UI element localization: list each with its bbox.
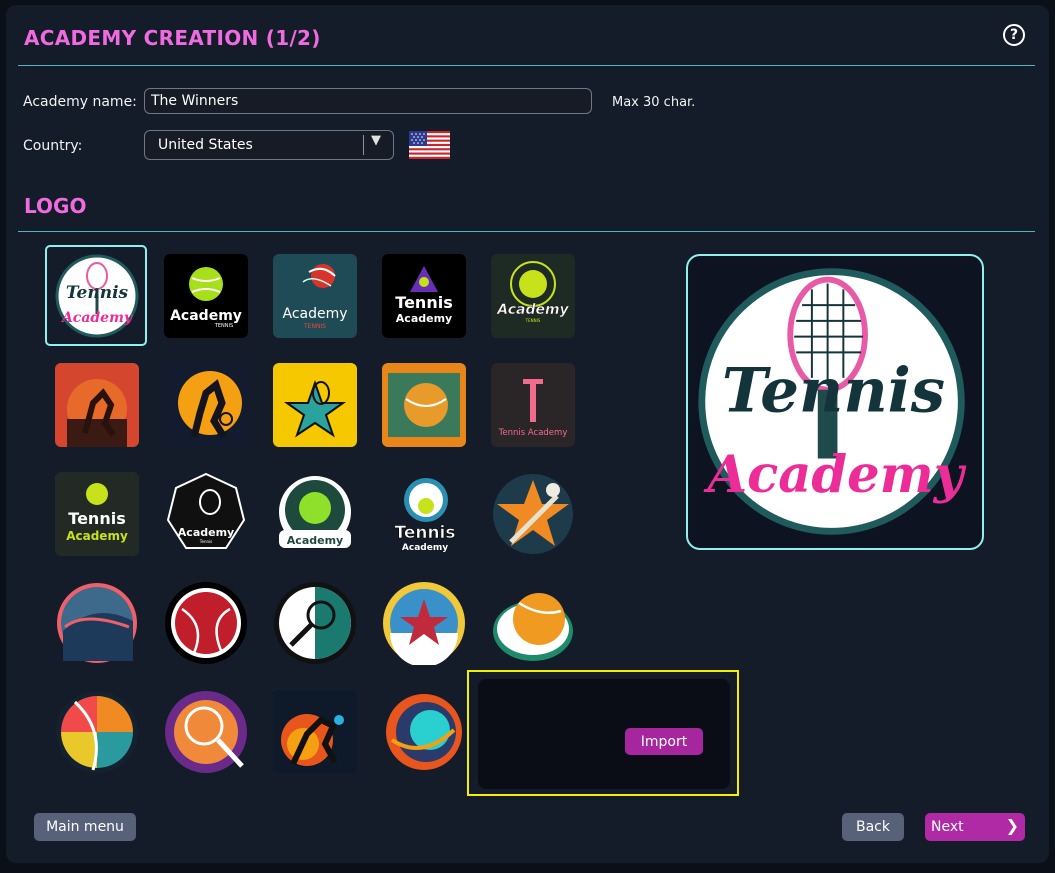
next-label: Next [931,819,964,835]
page-title: ACADEMY CREATION (1/2) [24,26,321,50]
next-button[interactable]: Next ❯ [925,813,1025,841]
logo-tile-1[interactable]: Tennis Academy [55,254,139,338]
import-slot: Import [467,670,739,796]
logo-tile-2[interactable]: Academy TENNIS [164,254,248,338]
logo-tile-10[interactable]: Tennis Academy [491,363,575,447]
logo-14-text: Tennis [394,523,455,543]
logo-tile-9[interactable] [382,363,466,447]
logo-tile-4[interactable]: Tennis Academy [382,254,466,338]
logo-tile-8[interactable] [273,363,357,447]
academy-name-input[interactable] [144,88,592,114]
logo-tile-22[interactable] [164,690,248,774]
logo-10-text: Tennis Academy [498,428,568,438]
logo-3-sub: TENNIS [303,323,326,330]
logo-4-sub: Academy [396,312,452,325]
logo-tile-5[interactable]: Academy TENNIS [491,254,575,338]
logo-tile-13[interactable]: Academy [273,472,357,556]
chevron-right-icon: ❯ [1005,816,1019,835]
country-select[interactable]: United States ▼ [144,130,394,160]
logo-11-text: Tennis [68,509,125,528]
logo-tile-18[interactable] [273,581,357,665]
logo-13-text: Academy [287,534,343,547]
logo-4-text: Tennis [395,293,452,312]
logo-5-sub: TENNIS [525,318,541,323]
logo-tile-6[interactable] [55,363,139,447]
logo-tile-24[interactable] [382,690,466,774]
logo-1-top-text: Tennis [66,283,129,303]
logo-tile-20[interactable] [491,581,575,665]
logo-tile-21[interactable] [55,690,139,774]
import-button[interactable]: Import [625,728,703,755]
logo-3-text: Academy [282,306,347,322]
name-hint: Max 30 char. [612,95,696,110]
country-value: United States [158,137,253,153]
logo-12-text: Academy [178,526,234,539]
main-menu-button[interactable]: Main menu [34,813,136,841]
logo-5-text: Academy [496,302,569,318]
logo-tile-3[interactable]: Academy TENNIS [273,254,357,338]
logo-14-sub: Academy [402,543,448,553]
logo-1-bottom-text: Academy [60,310,133,326]
select-divider [363,135,364,155]
preview-bottom-text: Academy [704,445,967,505]
logo-2-sub: TENNIS [214,323,233,329]
logo-2-text: Academy [170,308,242,324]
logo-tile-23[interactable] [273,690,357,774]
preview-top-text: Tennis [722,355,945,426]
back-button[interactable]: Back [842,813,904,841]
logo-tile-12[interactable]: Academy Tennis [164,472,248,556]
import-slot-inner: Import [478,679,730,789]
logo-tile-15[interactable] [491,472,575,556]
logo-preview: Tennis Academy [686,254,984,550]
logo-tile-11[interactable]: Tennis Academy [55,472,139,556]
logo-tile-7[interactable] [164,363,248,447]
academy-name-label: Academy name: [23,94,137,110]
help-icon[interactable]: ? [1003,24,1025,46]
logo-tile-17[interactable] [164,581,248,665]
chevron-down-icon[interactable]: ▼ [371,133,381,148]
us-flag-icon [409,131,450,159]
logo-12-sub: Tennis [199,539,213,544]
logo-11-sub: Academy [66,529,128,543]
country-label: Country: [23,138,83,154]
header-divider [18,65,1035,66]
logo-tile-14[interactable]: Tennis Academy [382,472,466,556]
logo-divider [18,231,1035,232]
logo-tile-16[interactable] [55,581,139,665]
logo-tile-19[interactable] [382,581,466,665]
logo-section-title: LOGO [24,194,87,218]
